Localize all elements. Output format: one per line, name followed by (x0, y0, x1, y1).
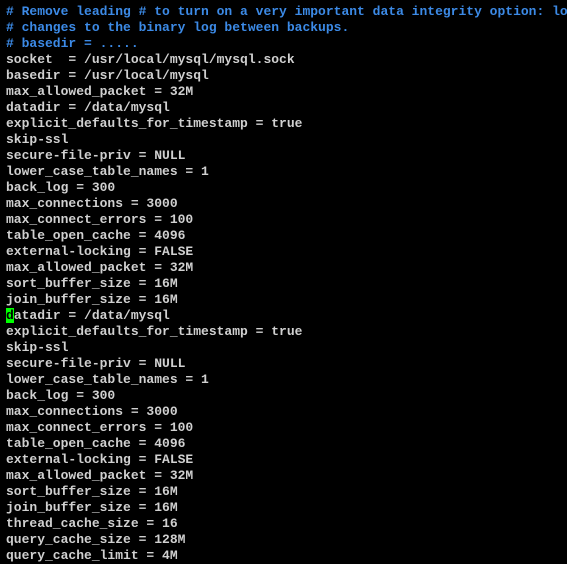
config-line: max_connections = 3000 (6, 196, 561, 212)
config-line: query_cache_size = 128M (6, 532, 561, 548)
config-line: join_buffer_size = 16M (6, 500, 561, 516)
config-line: explicit_defaults_for_timestamp = true (6, 116, 561, 132)
config-line: max_connections = 3000 (6, 404, 561, 420)
config-line: back_log = 300 (6, 180, 561, 196)
config-line-with-cursor: datadir = /data/mysql (6, 308, 561, 324)
config-line: max_allowed_packet = 32M (6, 84, 561, 100)
config-line: secure-file-priv = NULL (6, 148, 561, 164)
config-line: max_allowed_packet = 32M (6, 260, 561, 276)
config-line: max_connect_errors = 100 (6, 420, 561, 436)
config-line: max_allowed_packet = 32M (6, 468, 561, 484)
config-line: skip-ssl (6, 340, 561, 356)
config-text: atadir = /data/mysql (14, 308, 170, 323)
config-line: external-locking = FALSE (6, 452, 561, 468)
config-line: lower_case_table_names = 1 (6, 164, 561, 180)
config-line: table_open_cache = 4096 (6, 228, 561, 244)
config-line: join_buffer_size = 16M (6, 292, 561, 308)
config-line: table_open_cache = 4096 (6, 436, 561, 452)
config-line: back_log = 300 (6, 388, 561, 404)
config-line: datadir = /data/mysql (6, 100, 561, 116)
config-line: sort_buffer_size = 16M (6, 276, 561, 292)
comment-line: # changes to the binary log between back… (6, 20, 561, 36)
config-line: max_connect_errors = 100 (6, 212, 561, 228)
config-line: explicit_defaults_for_timestamp = true (6, 324, 561, 340)
config-line: thread_cache_size = 16 (6, 516, 561, 532)
comment-line: # basedir = ..... (6, 36, 561, 52)
config-line: lower_case_table_names = 1 (6, 372, 561, 388)
config-line: external-locking = FALSE (6, 244, 561, 260)
config-line: sort_buffer_size = 16M (6, 484, 561, 500)
cursor: d (6, 308, 14, 323)
terminal-editor[interactable]: # Remove leading # to turn on a very imp… (6, 4, 561, 564)
config-line: skip-ssl (6, 132, 561, 148)
config-line: secure-file-priv = NULL (6, 356, 561, 372)
config-line: socket = /usr/local/mysql/mysql.sock (6, 52, 561, 68)
config-line: basedir = /usr/local/mysql (6, 68, 561, 84)
comment-line: # Remove leading # to turn on a very imp… (6, 4, 561, 20)
config-line: query_cache_limit = 4M (6, 548, 561, 564)
